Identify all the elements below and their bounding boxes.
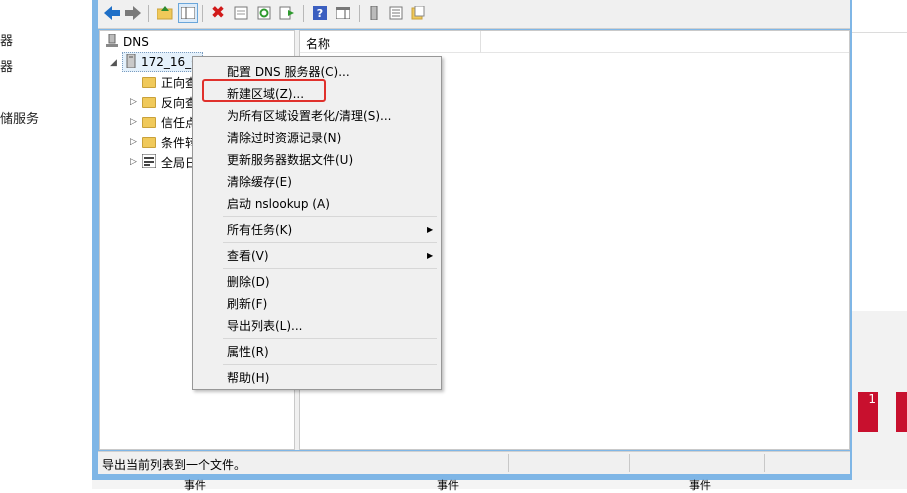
menu-item-set-aging-scavenging[interactable]: 为所有区域设置老化/清理(S)...	[227, 105, 391, 125]
expand-arrow-icon[interactable]: ▷	[130, 97, 137, 107]
folder-icon	[142, 136, 156, 148]
background-right-content	[852, 33, 907, 311]
expand-arrow-icon[interactable]: ▷	[130, 157, 137, 167]
tree-item-reverse-zone[interactable]: 反向查	[142, 92, 197, 112]
submenu-arrow-icon: ▶	[427, 251, 434, 260]
menu-item-label: 清除过时资源记录(N)	[227, 130, 342, 145]
refresh-icon[interactable]	[254, 3, 274, 23]
status-text: 导出当前列表到一个文件。	[102, 458, 247, 472]
export-list-icon[interactable]	[277, 3, 297, 23]
menu-separator	[223, 216, 437, 217]
tree-item-trust-points[interactable]: 信任点	[142, 112, 197, 132]
background-bottom-strip: 事件 事件 事件	[92, 479, 907, 492]
menu-item-scavenge-stale-records[interactable]: 清除过时资源记录(N)	[227, 127, 341, 147]
menu-item-help[interactable]: 帮助(H)	[227, 367, 269, 387]
background-red-tile: 1	[858, 392, 878, 432]
collapse-arrow-icon[interactable]: ◢	[110, 58, 117, 68]
status-bar: 导出当前列表到一个文件。	[98, 451, 850, 474]
submenu-arrow-icon: ▶	[427, 225, 434, 234]
folder-icon	[142, 116, 156, 128]
bottom-strip-label: 事件	[689, 479, 711, 492]
forward-arrow-icon[interactable]	[123, 3, 143, 23]
properties-sheet-icon[interactable]	[231, 3, 251, 23]
menu-item-label: 属性(R)	[227, 344, 269, 359]
expand-arrow-icon[interactable]: ▷	[130, 137, 137, 147]
menu-item-refresh[interactable]: 刷新(F)	[227, 293, 267, 313]
tree-item-label: DNS	[123, 35, 149, 49]
menu-item-label: 帮助(H)	[227, 370, 270, 385]
tree-item-forward-zone[interactable]: 正向查	[142, 72, 197, 92]
background-nav-item[interactable]: 器	[0, 56, 13, 75]
menu-item-label: 查看(V)	[227, 248, 269, 263]
folder-icon	[142, 96, 156, 108]
menu-item-label: 清除缓存(E)	[227, 174, 292, 189]
menu-item-label: 启动 nslookup (A)	[227, 196, 330, 211]
menu-separator	[223, 268, 437, 269]
menu-separator	[223, 364, 437, 365]
show-hide-tree-icon[interactable]	[178, 3, 198, 23]
dns-server-icon	[106, 33, 118, 51]
detail-view-icon[interactable]	[408, 3, 428, 23]
menu-item-all-tasks[interactable]: 所有任务(K)	[227, 219, 292, 239]
help-icon[interactable]: ?	[310, 3, 330, 23]
menu-item-label: 刷新(F)	[227, 296, 268, 311]
tree-item-dns-root[interactable]: DNS	[106, 32, 149, 52]
server-icon[interactable]	[364, 3, 384, 23]
column-header-name[interactable]: 名称	[300, 31, 481, 53]
background-red-tile	[896, 392, 907, 432]
list-view-icon[interactable]	[386, 3, 406, 23]
menu-item-view[interactable]: 查看(V)	[227, 245, 269, 265]
tree-item-global-logs[interactable]: 全局日	[141, 152, 197, 172]
menu-item-configure-dns-server[interactable]: 配置 DNS 服务器(C)...	[227, 61, 350, 81]
menu-item-label: 为所有区域设置老化/清理(S)...	[227, 108, 392, 123]
menu-item-delete[interactable]: 删除(D)	[227, 271, 270, 291]
context-menu: 配置 DNS 服务器(C)... 新建区域(Z)... 为所有区域设置老化/清理…	[192, 56, 442, 390]
menu-item-label: 导出列表(L)...	[227, 318, 303, 333]
annotation-highlight-box	[202, 79, 326, 102]
tree-item-server[interactable]: 172_16_0	[122, 52, 203, 72]
tree-item-conditional-forwarders[interactable]: 条件转	[142, 132, 197, 152]
delete-icon[interactable]: ✖	[208, 3, 228, 23]
menu-item-label: 配置 DNS 服务器(C)...	[227, 64, 350, 79]
menu-item-properties[interactable]: 属性(R)	[227, 341, 269, 361]
log-icon	[141, 153, 157, 171]
bottom-strip-label: 事件	[184, 479, 206, 492]
expand-arrow-icon[interactable]: ▷	[130, 117, 137, 127]
up-folder-icon[interactable]	[155, 3, 175, 23]
background-left-panel: 器 器 储服务	[0, 0, 92, 489]
column-header-label: 名称	[306, 37, 331, 51]
menu-item-label: 更新服务器数据文件(U)	[227, 152, 354, 167]
menu-item-clear-cache[interactable]: 清除缓存(E)	[227, 171, 292, 191]
menu-item-update-server-data-files[interactable]: 更新服务器数据文件(U)	[227, 149, 353, 169]
background-nav-item[interactable]: 储服务	[0, 108, 39, 127]
red-tile-label: 1	[868, 392, 876, 406]
menu-item-launch-nslookup[interactable]: 启动 nslookup (A)	[227, 193, 330, 213]
svg-text:?: ?	[317, 7, 323, 20]
bottom-strip-label: 事件	[437, 479, 459, 492]
back-arrow-icon[interactable]	[102, 3, 122, 23]
background-right-header	[852, 0, 907, 33]
menu-item-label: 删除(D)	[227, 274, 270, 289]
menu-item-label: 所有任务(K)	[227, 222, 293, 237]
action-pane-icon[interactable]	[333, 3, 353, 23]
background-nav-item[interactable]: 器	[0, 30, 13, 49]
menu-item-export-list[interactable]: 导出列表(L)...	[227, 315, 303, 335]
toolbar: ✖ ?	[98, 0, 850, 29]
server-node-icon	[126, 53, 136, 71]
menu-separator	[223, 242, 437, 243]
tree-item-label: 172_16_0	[141, 55, 199, 69]
folder-icon	[142, 76, 156, 88]
column-header-empty	[481, 31, 849, 53]
menu-separator	[223, 338, 437, 339]
